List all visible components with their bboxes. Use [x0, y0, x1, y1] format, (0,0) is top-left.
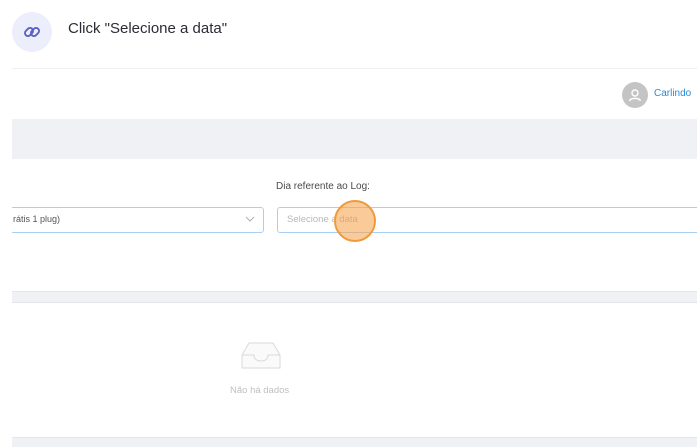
empty-state-text: Não há dados — [230, 385, 290, 396]
section-divider — [12, 291, 697, 303]
header-band — [12, 119, 697, 159]
app-frame: Carlindo rátis 1 plug) Dia referente ao … — [12, 68, 697, 447]
plan-select[interactable]: rátis 1 plug) — [12, 207, 264, 233]
bottom-band — [12, 437, 697, 447]
results-area: Não há dados — [12, 303, 697, 437]
plan-select-value: rátis 1 plug) — [13, 214, 61, 224]
click-target-marker — [334, 200, 376, 242]
chevron-down-icon — [245, 216, 255, 222]
link-icon — [12, 12, 52, 52]
user-icon[interactable] — [622, 82, 648, 108]
date-field-label: Dia referente ao Log: — [276, 181, 370, 192]
step-instruction: Click "Selecione a data" — [68, 20, 228, 37]
inbox-icon — [241, 342, 281, 369]
user-name-link[interactable]: Carlindo — [654, 88, 691, 99]
top-bar: Carlindo — [12, 69, 697, 119]
step-header: Click "Selecione a data" — [0, 0, 697, 64]
